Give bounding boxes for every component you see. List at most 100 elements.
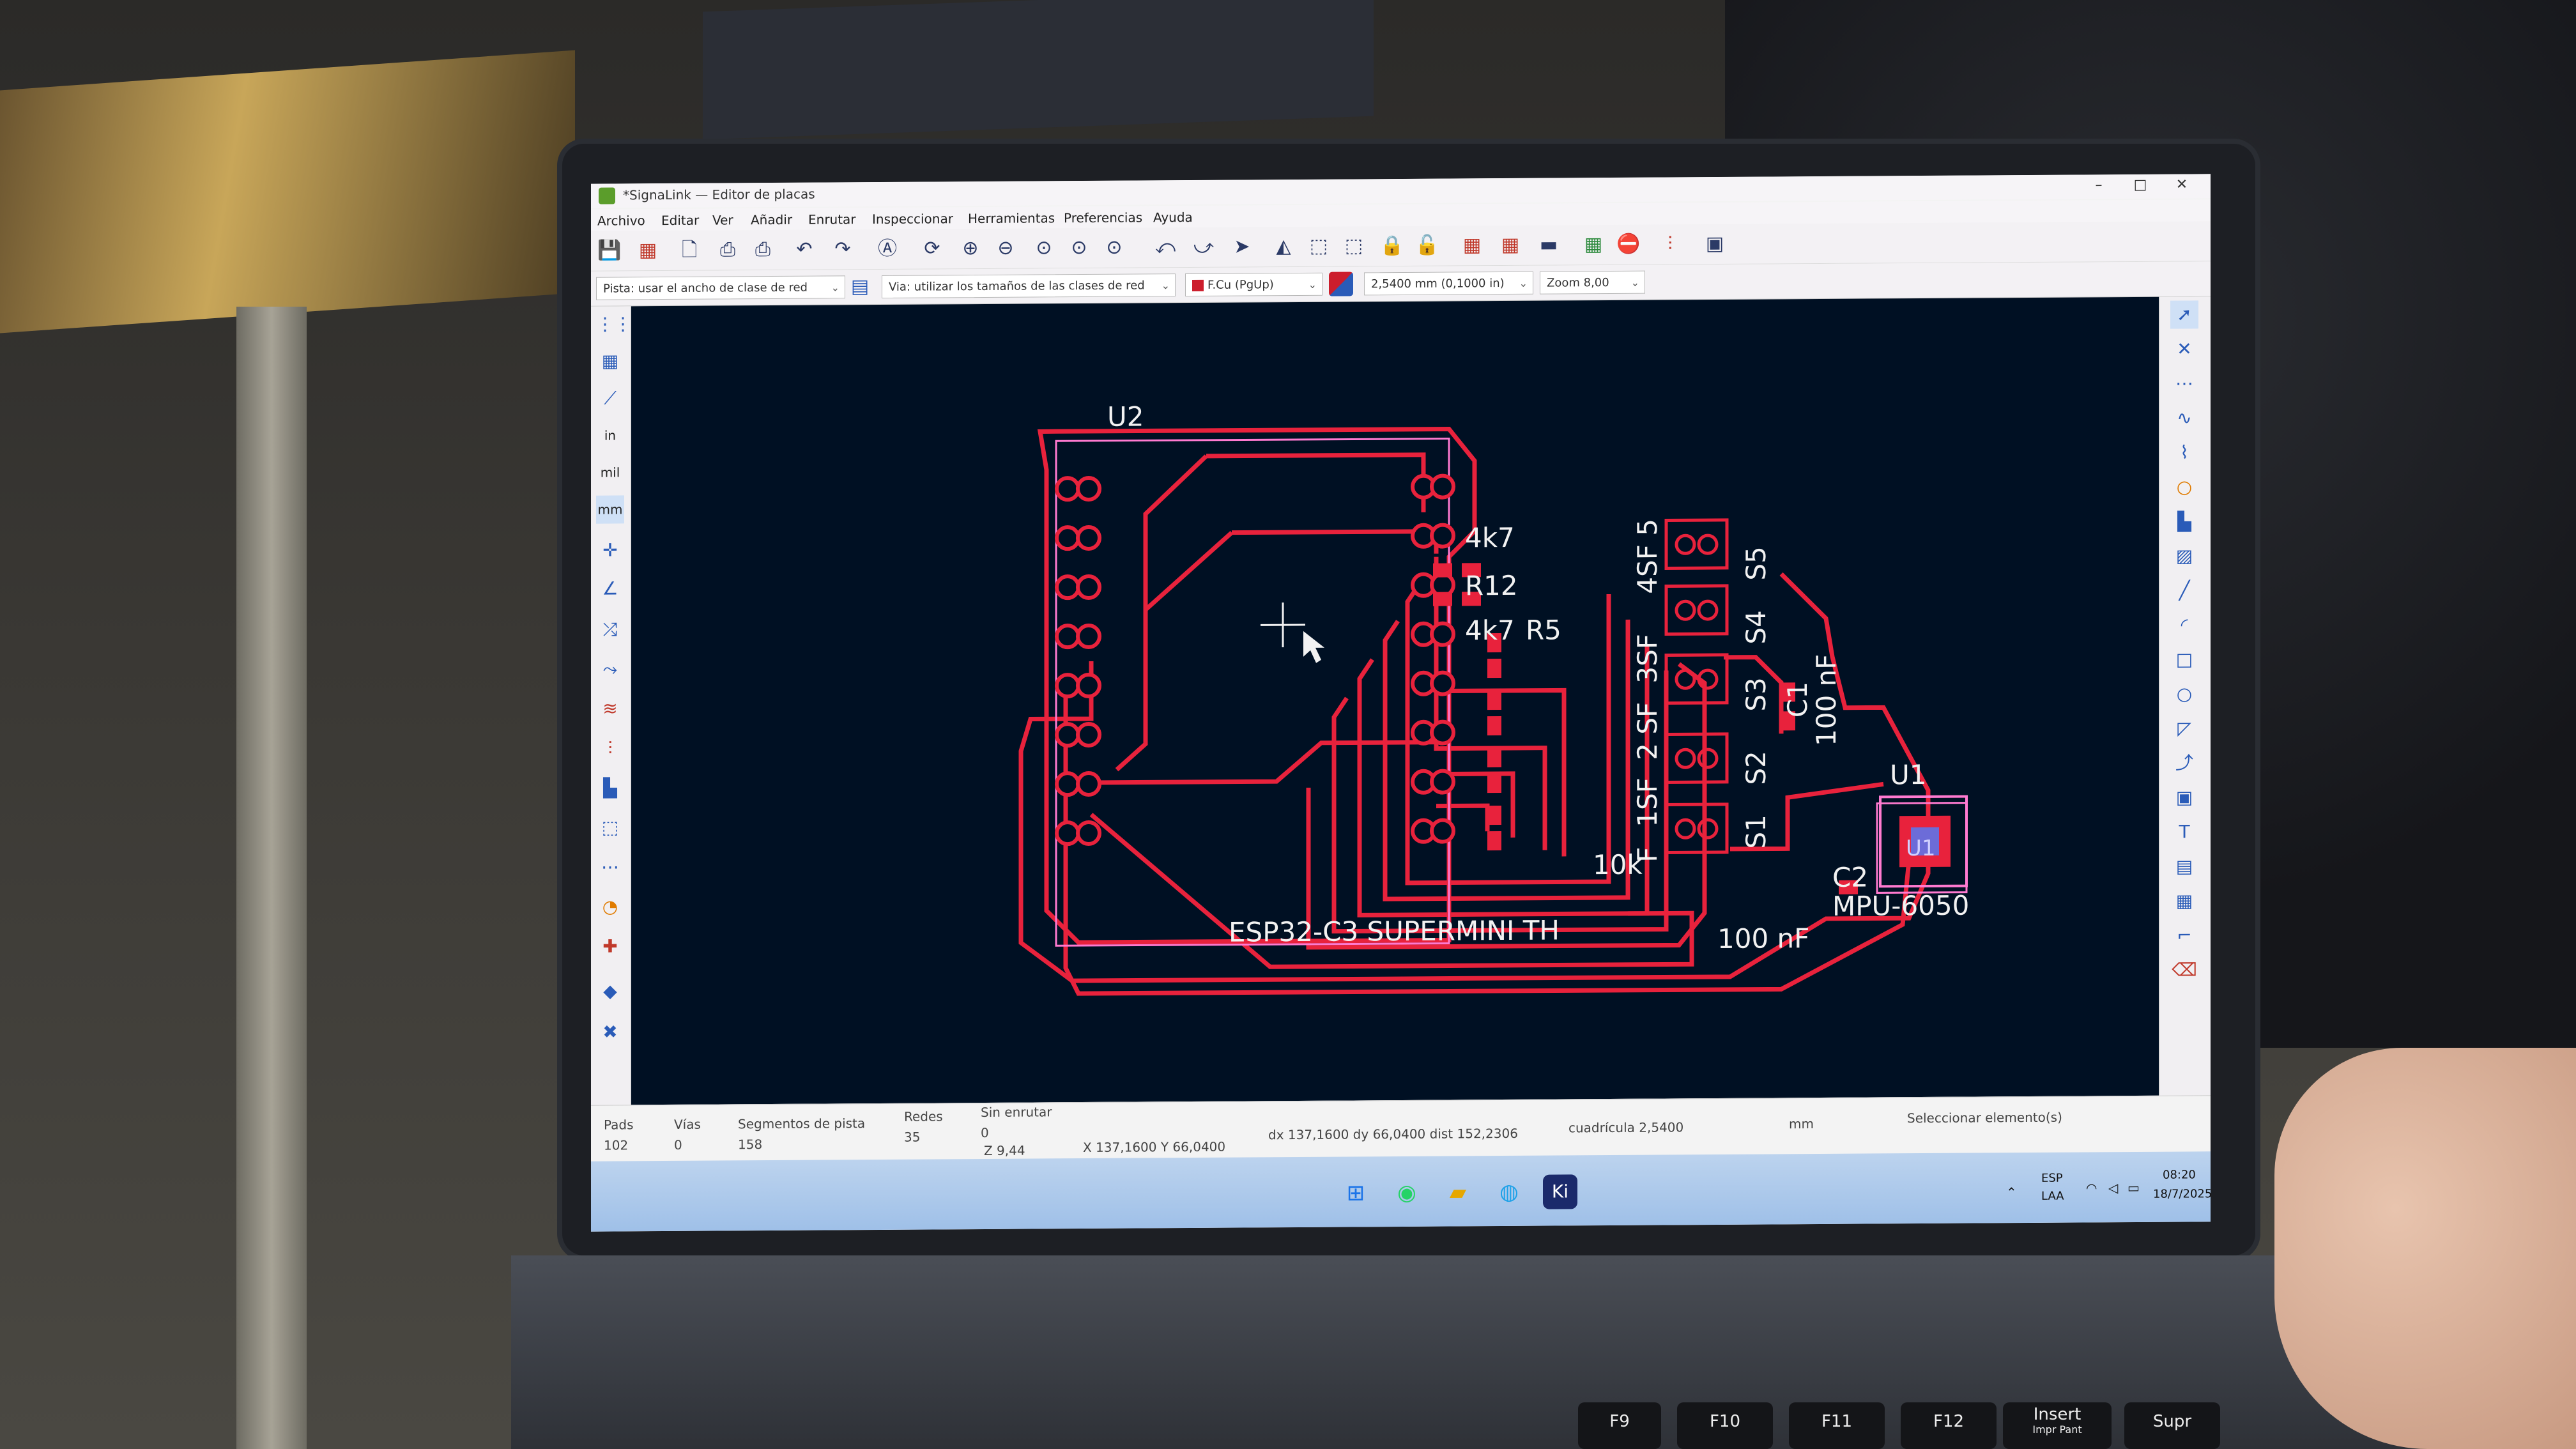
whatsapp-icon[interactable]: ◉ bbox=[1390, 1176, 1424, 1210]
menu-inspeccionar[interactable]: Inspeccionar bbox=[872, 211, 953, 227]
volume-icon[interactable]: ◁ bbox=[2108, 1180, 2118, 1195]
battery-icon[interactable]: ▭ bbox=[2128, 1180, 2140, 1195]
page-settings-icon[interactable]: 🗋 bbox=[677, 238, 702, 263]
local-ratsnest-icon[interactable]: ✕ bbox=[2170, 335, 2198, 363]
menu-ver[interactable]: Ver bbox=[712, 212, 733, 227]
grid-select[interactable]: 2,5400 mm (0,1000 in) ⌄ bbox=[1364, 271, 1533, 296]
track-width-select[interactable]: Pista: usar el ancho de clase de red ⌄ bbox=[596, 275, 845, 300]
scripting-icon[interactable]: ▣ bbox=[1703, 232, 1727, 256]
add-zone-icon[interactable]: ▙ bbox=[2170, 507, 2198, 535]
ratsnest-icon[interactable]: ⤮ bbox=[596, 615, 624, 643]
menu-archivo[interactable]: Archivo bbox=[597, 213, 645, 228]
footprint-browser-icon[interactable]: ▬ bbox=[1537, 233, 1561, 257]
delete-tool-icon[interactable]: ⌫ bbox=[2170, 956, 2198, 984]
wifi-icon[interactable]: ◠ bbox=[2086, 1180, 2097, 1195]
cursor-style-icon[interactable]: ✛ bbox=[596, 536, 624, 564]
draw-circle-icon[interactable]: ○ bbox=[2170, 680, 2198, 708]
plot-icon[interactable]: ⎙ bbox=[751, 238, 775, 262]
netlist-icon[interactable]: ▦ bbox=[1460, 233, 1484, 257]
clock-date[interactable]: 18/7/2025 bbox=[2153, 1187, 2211, 1201]
layer-select[interactable]: F.Cu (PgUp) ⌄ bbox=[1185, 272, 1322, 297]
schematic-icon[interactable]: ⫶ bbox=[1658, 232, 1682, 256]
curved-ratsnest-icon[interactable]: ⤳ bbox=[596, 655, 624, 683]
add-dimension-icon[interactable]: ⌐ bbox=[2170, 921, 2198, 949]
print-icon[interactable]: ⎙ bbox=[716, 238, 740, 262]
zoom-fit-icon[interactable]: ⊙ bbox=[1032, 236, 1056, 260]
flip-icon[interactable]: ➤ bbox=[1230, 234, 1254, 259]
clock-time[interactable]: 08:20 bbox=[2163, 1168, 2196, 1181]
pcb-canvas[interactable]: U2 4k7 R12 4k7 R5 4SF 5 3SF 2 SF 1SF F 1… bbox=[631, 296, 2159, 1105]
undo-icon[interactable]: ↶ bbox=[792, 238, 816, 262]
draw-bezier-icon[interactable]: ⤴ bbox=[2170, 749, 2198, 777]
pads-fill-icon[interactable]: ⫶ bbox=[596, 734, 624, 762]
layer-pair-icon[interactable] bbox=[1329, 272, 1353, 296]
add-text-icon[interactable]: T bbox=[2170, 818, 2198, 846]
minimize-button[interactable]: – bbox=[2089, 177, 2108, 193]
draw-line-icon[interactable]: ╱ bbox=[2170, 576, 2198, 604]
rotate-cw-icon[interactable]: ⤻ bbox=[1192, 235, 1216, 259]
units-mil-button[interactable]: mil bbox=[596, 458, 624, 486]
via-size-select[interactable]: Via: utilizar los tamaños de las clases … bbox=[882, 273, 1176, 298]
add-footprint-icon[interactable]: ⋯ bbox=[2170, 369, 2198, 397]
edge-icon[interactable]: ◍ bbox=[1492, 1175, 1526, 1209]
menu-ayuda[interactable]: Ayuda bbox=[1153, 210, 1193, 225]
close-button[interactable]: ✕ bbox=[2172, 176, 2191, 192]
tune-length-icon[interactable]: ⌇ bbox=[2170, 438, 2198, 466]
zoom-selection-icon[interactable]: ⊙ bbox=[1102, 236, 1126, 260]
ungroup-icon[interactable]: ⬚ bbox=[1342, 234, 1366, 258]
units-inch-button[interactable]: in bbox=[596, 421, 624, 449]
zoom-out-icon[interactable]: ⊖ bbox=[993, 236, 1018, 261]
net-highlight-icon[interactable]: ◔ bbox=[596, 893, 624, 921]
menu-anadir[interactable]: Añadir bbox=[751, 212, 792, 227]
select-tool-icon[interactable]: ➚ bbox=[2170, 300, 2198, 329]
rule-area-icon[interactable]: ▨ bbox=[2170, 542, 2198, 570]
board-setup-icon[interactable]: ▦ bbox=[636, 238, 660, 263]
route-track-icon[interactable]: ∿ bbox=[2170, 404, 2198, 432]
refresh-icon[interactable]: ⟳ bbox=[920, 236, 944, 261]
tracks-outline-icon[interactable]: ▙ bbox=[596, 774, 624, 802]
unlock-icon[interactable]: 🔓 bbox=[1415, 234, 1439, 258]
zoom-in-icon[interactable]: ⊕ bbox=[958, 236, 983, 261]
rotate-ccw-icon[interactable]: ⤺ bbox=[1153, 235, 1177, 259]
add-via-icon[interactable]: ○ bbox=[2170, 473, 2198, 501]
tray-chevron-icon[interactable]: ⌃ bbox=[2006, 1184, 2017, 1200]
zoom-objects-icon[interactable]: ⊙ bbox=[1067, 236, 1091, 260]
angle-icon[interactable]: ∠ bbox=[596, 574, 624, 602]
tools-icon[interactable]: ✖ bbox=[596, 1018, 624, 1046]
lock-icon[interactable]: 🔒 bbox=[1380, 234, 1404, 258]
track-width-settings-icon[interactable]: ▤ bbox=[848, 275, 872, 299]
kicad-taskbar-icon[interactable]: Ki bbox=[1543, 1174, 1577, 1209]
update-pcb-icon[interactable]: ▦ bbox=[1581, 233, 1606, 257]
drc-icon[interactable]: ⛔ bbox=[1616, 233, 1641, 257]
group-icon[interactable]: ⬚ bbox=[1307, 234, 1331, 259]
zoom-select[interactable]: Zoom 8,00 ⌄ bbox=[1540, 270, 1645, 295]
zones-icon[interactable]: ≋ bbox=[596, 694, 624, 723]
menu-preferencias[interactable]: Preferencias bbox=[1064, 210, 1142, 226]
add-image-icon[interactable]: ▣ bbox=[2170, 783, 2198, 811]
find-icon[interactable]: Ⓐ bbox=[875, 237, 900, 261]
draw-rect-icon[interactable]: □ bbox=[2170, 645, 2198, 673]
layers-manager-icon[interactable]: ⋯ bbox=[596, 853, 624, 881]
file-explorer-icon[interactable]: ▰ bbox=[1441, 1175, 1475, 1209]
draw-polygon-icon[interactable]: ◸ bbox=[2170, 714, 2198, 742]
lang-primary[interactable]: ESP bbox=[2041, 1172, 2063, 1185]
via-outline-icon[interactable]: ⬚ bbox=[596, 813, 624, 841]
footprint-editor-icon[interactable]: ▦ bbox=[1498, 233, 1522, 257]
menu-enrutar[interactable]: Enrutar bbox=[808, 211, 856, 227]
grid-overrides-icon[interactable]: ▦ bbox=[596, 347, 624, 375]
add-table-icon[interactable]: ▦ bbox=[2170, 887, 2198, 915]
save-icon[interactable]: 💾 bbox=[597, 238, 622, 263]
3d-view-icon[interactable]: ◆ bbox=[596, 977, 624, 1005]
menu-herramientas[interactable]: Herramientas bbox=[968, 210, 1055, 226]
start-icon[interactable]: ⊞ bbox=[1338, 1176, 1373, 1210]
menu-editar[interactable]: Editar bbox=[661, 213, 699, 228]
redo-icon[interactable]: ↷ bbox=[831, 237, 855, 261]
polar-coords-icon[interactable]: ⟋ bbox=[596, 384, 624, 412]
draw-arc-icon[interactable]: ◜ bbox=[2170, 611, 2198, 639]
maximize-button[interactable]: □ bbox=[2131, 177, 2150, 193]
grid-toggle-icon[interactable]: ⋮⋮ bbox=[596, 310, 632, 338]
lang-secondary[interactable]: LAA bbox=[2041, 1190, 2064, 1203]
units-mm-button[interactable]: mm bbox=[596, 495, 624, 524]
add-textbox-icon[interactable]: ▤ bbox=[2170, 852, 2198, 880]
net-inspector-icon[interactable]: ✚ bbox=[596, 932, 624, 960]
